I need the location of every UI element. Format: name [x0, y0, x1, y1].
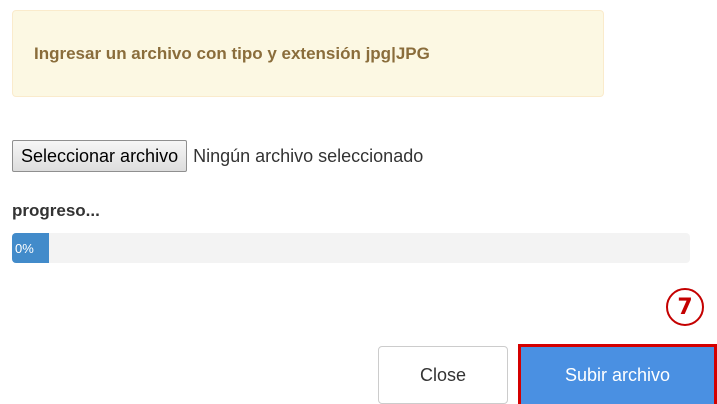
- progress-fill: 0%: [12, 233, 49, 263]
- upload-dialog: Ingresar un archivo con tipo y extensión…: [0, 0, 717, 404]
- upload-file-button[interactable]: Subir archivo: [521, 347, 714, 404]
- close-button[interactable]: Close: [378, 346, 508, 404]
- alert-message: Ingresar un archivo con tipo y extensión…: [34, 43, 430, 63]
- progress-value: 0%: [15, 240, 34, 256]
- file-status-text: Ningún archivo seleccionado: [193, 145, 424, 166]
- progress-bar: 0%: [12, 233, 690, 263]
- progress-label: progreso...: [12, 201, 100, 220]
- step-annotation-badge: 7: [666, 288, 704, 326]
- file-input[interactable]: Seleccionar archivo Ningún archivo selec…: [12, 140, 423, 172]
- warning-alert: Ingresar un archivo con tipo y extensión…: [12, 10, 604, 97]
- select-file-button[interactable]: Seleccionar archivo: [12, 140, 188, 172]
